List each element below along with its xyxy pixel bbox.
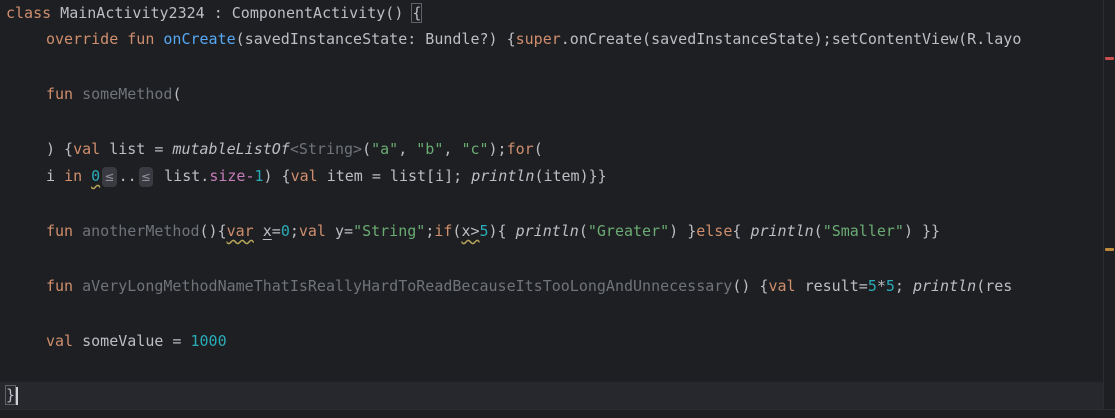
code-text: ) { [46, 140, 74, 158]
code-line-4[interactable]: fun someMethod( [0, 81, 1104, 108]
keyword-val: val [73, 140, 101, 158]
code-text: (res [976, 277, 1013, 295]
string-literal: "b" [416, 140, 444, 158]
inlay-hint: ≤ [138, 167, 154, 187]
property-size: size [209, 167, 246, 185]
number-literal: 5 [885, 277, 895, 295]
function-name-anothermethod: anotherMethod [82, 222, 200, 240]
inlay-hint: ≤ [102, 167, 117, 187]
code-line-7[interactable]: i in 0 ≤.. ≤ list.size-1) {val item = list… [0, 163, 1104, 190]
keyword-super: super [515, 30, 561, 48]
code-text: ; [425, 222, 435, 240]
keyword-var: var [226, 222, 254, 240]
keyword-override: override [46, 30, 119, 48]
string-literal: "c" [461, 140, 489, 158]
code-text: .. [118, 167, 137, 185]
code-text: ) } [669, 222, 697, 240]
code-text: (){ [199, 222, 227, 240]
oncreate-body: .onCreate(savedInstanceState);setContent… [560, 30, 1022, 48]
string-literal: "a" [371, 140, 399, 158]
code-text: { [732, 222, 751, 240]
code-text: (item)}} [534, 167, 607, 185]
function-name-oncreate: onCreate [163, 30, 236, 48]
warning-marker[interactable] [1105, 248, 1114, 251]
code-text: ( [578, 222, 588, 240]
keyword-val: val [768, 277, 796, 295]
error-marker[interactable] [1105, 57, 1114, 60]
oncreate-params: (savedInstanceState: Bundle?) { [235, 30, 516, 48]
variable-somevalue: someValue = [73, 332, 191, 350]
function-call-println: println [750, 222, 814, 240]
open-brace: { [411, 3, 423, 23]
code-text: i [46, 167, 56, 185]
close-brace: } [4, 385, 17, 405]
text-caret [16, 386, 19, 405]
code-line-11[interactable]: fun aVeryLongMethodNameThatIsReallyHardT… [0, 273, 1104, 300]
code-text: ) { [263, 167, 291, 185]
number-literal: 0 [280, 222, 290, 240]
code-text: , [443, 140, 462, 158]
string-literal: "String" [353, 222, 426, 240]
function-call-println: println [912, 277, 977, 295]
keyword-val: val [290, 167, 318, 185]
function-name-long: aVeryLongMethodNameThatIsReallyHardToRea… [82, 277, 733, 295]
generic-type: <String> [289, 140, 363, 158]
keyword-fun: fun [46, 277, 74, 295]
string-literal: "Smaller" [822, 222, 904, 240]
code-line-9[interactable]: fun anotherMethod(){var x=0;val y="Strin… [0, 218, 1104, 245]
code-text: list. [155, 167, 210, 185]
code-text: = [271, 222, 281, 240]
keyword-fun: fun [46, 85, 74, 103]
code-line-6[interactable]: ) {val list = mutableListOf<String>("a",… [0, 136, 1104, 163]
number-literal: 5 [867, 277, 877, 295]
horizontal-scrollbar[interactable] [0, 409, 1115, 418]
class-declaration: MainActivity2324 : ComponentActivity() [51, 4, 413, 22]
code-text: ( [362, 140, 372, 158]
code-text: ; [894, 277, 913, 295]
variable-x: x [262, 222, 272, 240]
keyword-for: for [506, 140, 534, 158]
string-literal: "Greater" [587, 222, 670, 240]
keyword-if: if [434, 222, 453, 240]
function-call-mutablelistof: mutableListOf [172, 140, 290, 158]
keyword-fun: fun [46, 222, 74, 240]
paren: ( [172, 85, 182, 103]
code-line-2[interactable]: override fun onCreate(savedInstanceState… [0, 26, 1104, 53]
keyword-val: val [46, 332, 74, 350]
code-text: ); [488, 140, 507, 158]
number-literal: 1 [254, 167, 264, 185]
code-line-1[interactable]: class MainActivity2324 : ComponentActivi… [0, 0, 1104, 27]
code-text: item = list[i]; [317, 167, 472, 185]
code-text: y= [325, 222, 354, 240]
number-literal: 0 [91, 167, 101, 185]
code-text: ( [533, 140, 543, 158]
code-editor[interactable]: class MainActivity2324 : ComponentActivi… [0, 0, 1104, 418]
number-literal: 1000 [190, 332, 227, 350]
code-text: list = [100, 140, 173, 158]
function-call-println: println [471, 167, 535, 185]
code-line-13[interactable]: val someValue = 1000 [0, 328, 1104, 355]
code-text: () { [732, 277, 769, 295]
code-text: result= [795, 277, 868, 295]
code-text: ; [289, 222, 299, 240]
keyword-val: val [298, 222, 326, 240]
code-line-15-current[interactable]: } [0, 382, 1104, 409]
code-text: ) }} [903, 222, 941, 240]
keyword-else: else [696, 222, 733, 240]
code-text: ){ [488, 222, 516, 240]
function-name-somemethod: someMethod [82, 85, 173, 103]
code-text: , [398, 140, 417, 158]
condition: x> [461, 222, 480, 240]
error-stripe-scrollbar[interactable] [1103, 0, 1115, 418]
keyword-class: class [6, 4, 52, 22]
keyword-in: in [64, 167, 83, 185]
number-literal: 5 [479, 222, 489, 240]
code-text: ( [813, 222, 823, 240]
keyword-fun: fun [127, 30, 155, 48]
function-call-println: println [515, 222, 579, 240]
code-text: * [876, 277, 886, 295]
